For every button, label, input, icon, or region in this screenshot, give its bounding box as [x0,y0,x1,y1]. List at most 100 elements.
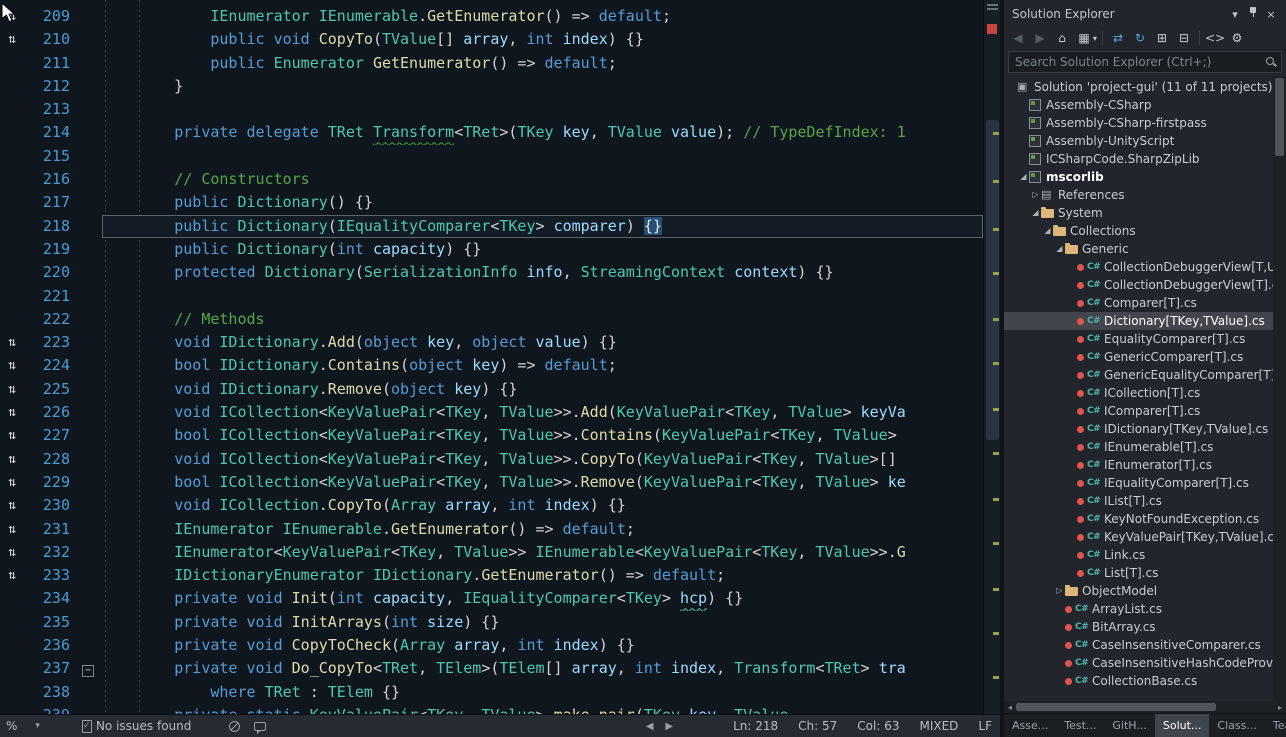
code-line[interactable]: 234 private void Init(int capacity, IEqu… [0,587,983,610]
tree-item-assembly-csharp[interactable]: Assembly-CSharp [1004,96,1286,114]
scrollbar-error-mark[interactable] [987,24,997,34]
implements-icon[interactable]: ⇅ [0,494,24,517]
fold-marker[interactable]: − [74,657,102,680]
tree-item-mscorlib[interactable]: ◢mscorlib [1004,168,1286,186]
tree-item-solution-project-gui-11-of-11-projects[interactable]: ▣Solution 'project-gui' (11 of 11 projec… [1004,78,1286,96]
code-line[interactable]: 213 [0,98,983,121]
scrollbar-thumb[interactable] [986,120,999,440]
code-line[interactable]: 219 public Dictionary(int capacity) {} [0,238,983,261]
navigate-back-icon[interactable]: ◀ [646,721,654,732]
forward-icon[interactable]: ▶ [1030,29,1050,47]
tree-item-dictionary-tkey-tvalue-cs[interactable]: C#Dictionary[TKey,TValue].cs [1004,312,1286,330]
expanded-arrow-icon[interactable]: ◢ [1054,240,1065,258]
tree-scrollbar-thumb[interactable] [1275,78,1284,156]
show-all-files-icon[interactable]: ⊞ [1152,29,1172,47]
tree-vertical-scrollbar[interactable] [1273,76,1286,701]
code-line[interactable]: 211 public Enumerator GetEnumerator() =>… [0,52,983,75]
tree-item-comparer-t-cs[interactable]: C#Comparer[T].cs [1004,294,1286,312]
column-indicator[interactable]: Col: 63 [857,719,899,733]
implements-icon[interactable]: ⇅ [0,28,24,51]
code-line[interactable]: 217 public Dictionary() {} [0,191,983,214]
close-icon[interactable]: × [1262,8,1280,21]
tree-item-genericequalitycomparer-t-cs[interactable]: C#GenericEqualityComparer[T].cs [1004,366,1286,384]
tool-window-tab-test[interactable]: Test... [1056,714,1104,737]
code-line[interactable]: 238 where TRet : TElem {} [0,681,983,704]
tool-window-tab-gith[interactable]: GitH... [1104,714,1154,737]
code-line[interactable]: 239 private static KeyValuePair<TKey, TV… [0,704,983,714]
code-line[interactable]: 212 } [0,75,983,98]
tree-item-assembly-csharp-firstpass[interactable]: Assembly-CSharp-firstpass [1004,114,1286,132]
breakpoint-margin[interactable] [0,308,24,331]
code-line[interactable]: 236 private void CopyToCheck(Array array… [0,634,983,657]
splitter-grip-icon[interactable] [987,4,998,10]
code-line[interactable]: ⇅210 public void CopyTo(TValue[] array, … [0,28,983,51]
code-line[interactable]: ⇅231 IEnumerator IEnumerable.GetEnumerat… [0,518,983,541]
tree-item-icsharpcode-sharpziplib[interactable]: ICSharpCode.SharpZipLib [1004,150,1286,168]
tree-item-ilist-t-cs[interactable]: C#IList[T].cs [1004,492,1286,510]
breakpoint-margin[interactable] [0,238,24,261]
implements-icon[interactable]: ⇅ [0,518,24,541]
line-indicator[interactable]: Ln: 218 [733,719,778,733]
tree-item-iequalitycomparer-t-cs[interactable]: C#IEqualityComparer[T].cs [1004,474,1286,492]
code-line[interactable]: 235 private void InitArrays(int size) {} [0,611,983,634]
refresh-icon[interactable]: ↻ [1130,29,1150,47]
breakpoint-margin[interactable] [0,704,24,714]
collapsed-arrow-icon[interactable]: ▷ [1030,186,1041,204]
code-line[interactable]: 221 [0,285,983,308]
code-line[interactable]: ⇅223 void IDictionary.Add(object key, ob… [0,331,983,354]
tree-item-icomparer-t-cs[interactable]: C#IComparer[T].cs [1004,402,1286,420]
breakpoint-margin[interactable] [0,75,24,98]
code-line[interactable]: 216 // Constructors [0,168,983,191]
breakpoint-margin[interactable] [0,145,24,168]
tree-item-ienumerable-t-cs[interactable]: C#IEnumerable[T].cs [1004,438,1286,456]
solution-explorer-titlebar[interactable]: Solution Explorer ▾ × [1004,0,1286,26]
code-line[interactable]: ⇅233 IDictionaryEnumerator IDictionary.G… [0,564,983,587]
switch-views-icon[interactable]: ▦ [1074,29,1094,47]
implements-icon[interactable]: ⇅ [0,354,24,377]
code-line[interactable]: ⇅224 bool IDictionary.Contains(object ke… [0,354,983,377]
scroll-left-icon[interactable]: ◂ [1004,703,1016,712]
tree-item-equalitycomparer-t-cs[interactable]: C#EqualityComparer[T].cs [1004,330,1286,348]
expanded-arrow-icon[interactable]: ◢ [1030,204,1041,222]
implements-icon[interactable]: ⇅ [0,331,24,354]
feedback-button[interactable] [254,722,266,731]
tree-item-assembly-unityscript[interactable]: Assembly-UnityScript [1004,132,1286,150]
tree-item-keynotfoundexception-cs[interactable]: C#KeyNotFoundException.cs [1004,510,1286,528]
code-line[interactable]: 222 // Methods [0,308,983,331]
implements-icon[interactable]: ⇅ [0,448,24,471]
issues-summary[interactable]: No issues found [82,719,191,733]
tree-item-ienumerator-t-cs[interactable]: C#IEnumerator[T].cs [1004,456,1286,474]
scroll-right-icon[interactable]: ▸ [1274,703,1286,712]
collapsed-arrow-icon[interactable]: ▷ [1054,582,1065,600]
tool-window-tab-tea[interactable]: Tea... [1265,714,1286,737]
implements-icon[interactable]: ⇅ [0,564,24,587]
breakpoint-margin[interactable] [0,611,24,634]
chevron-down-icon[interactable]: ▾ [1093,34,1097,43]
breakpoint-margin[interactable] [0,634,24,657]
breakpoint-margin[interactable] [0,98,24,121]
back-icon[interactable]: ◀ [1008,29,1028,47]
code-line[interactable]: 214 private delegate TRet Transform<TRet… [0,121,983,144]
collapse-all-icon[interactable]: ⊟ [1174,29,1194,47]
breakpoint-margin[interactable] [0,285,24,308]
code-area[interactable]: ⇅209 IEnumerator IEnumerable.GetEnumerat… [0,0,983,714]
implements-icon[interactable]: ⇅ [0,424,24,447]
editor-vertical-scrollbar[interactable] [983,0,1000,714]
breakpoint-margin[interactable] [0,121,24,144]
line-ending-indicator[interactable]: LF [978,719,992,733]
breakpoint-margin[interactable] [0,587,24,610]
code-line[interactable]: ⇅229 bool ICollection<KeyValuePair<TKey,… [0,471,983,494]
tool-window-tab-asse[interactable]: Asse... [1004,714,1056,737]
tree-item-caseinsensitivehashcodeprovider-cs[interactable]: C#CaseInsensitiveHashCodeProvider.cs [1004,654,1286,672]
tree-item-icollection-t-cs[interactable]: C#ICollection[T].cs [1004,384,1286,402]
implements-icon[interactable]: ⇅ [0,471,24,494]
tree-item-link-cs[interactable]: C#Link.cs [1004,546,1286,564]
search-icon[interactable] [1265,56,1277,68]
properties-icon[interactable]: ⚙ [1227,29,1247,47]
tool-window-tab-solut[interactable]: Solut... [1155,714,1210,737]
tree-item-objectmodel[interactable]: ▷ObjectModel [1004,582,1286,600]
code-line[interactable]: ⇅226 void ICollection<KeyValuePair<TKey,… [0,401,983,424]
expanded-arrow-icon[interactable]: ◢ [1018,168,1029,186]
search-input[interactable] [1013,54,1265,70]
tree-item-caseinsensitivecomparer-cs[interactable]: C#CaseInsensitiveComparer.cs [1004,636,1286,654]
